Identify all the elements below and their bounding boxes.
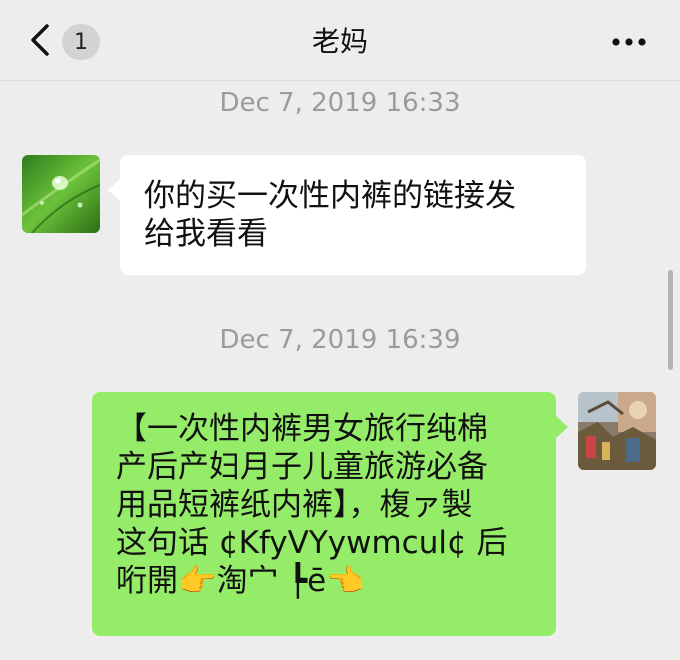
message-text-line: 用品短裤纸内裤】，椱ァ製 [116, 487, 473, 523]
painting-image [578, 392, 656, 470]
message-text-line: 这句话 ¢KfyVYywmcul¢ 后 [116, 525, 508, 561]
message-text-line: 给我看看 [144, 216, 268, 252]
green-leaf-image [22, 155, 100, 233]
message-text-line: 你的买一次性内裤的链接发 [144, 178, 516, 214]
message-text-line: 产后产妇月子儿童旅游必备 [116, 449, 488, 485]
message-text-line: 哘開👉淘宀 ┡ē👈 [116, 563, 365, 599]
incoming-message-bubble[interactable]: 你的买一次性内裤的链接发 给我看看 [108, 155, 586, 275]
scrollbar[interactable] [668, 270, 673, 370]
more-options-button[interactable] [604, 24, 654, 60]
outgoing-message-bubble[interactable]: 【一次性内裤男女旅行纯棉 产后产妇月子儿童旅游必备 用品短裤纸内裤】，椱ァ製 这… [92, 392, 568, 636]
message-text-line: 【一次性内裤男女旅行纯棉 [116, 411, 488, 447]
my-avatar[interactable] [578, 392, 656, 470]
contact-avatar[interactable] [22, 155, 100, 233]
message-timestamp: Dec 7, 2019 16:33 [219, 88, 461, 118]
more-dots-icon [612, 38, 646, 46]
message-timestamp: Dec 7, 2019 16:39 [219, 325, 461, 355]
chat-title: 老妈 [311, 25, 368, 58]
chat-header: 1 老妈 [0, 0, 680, 81]
